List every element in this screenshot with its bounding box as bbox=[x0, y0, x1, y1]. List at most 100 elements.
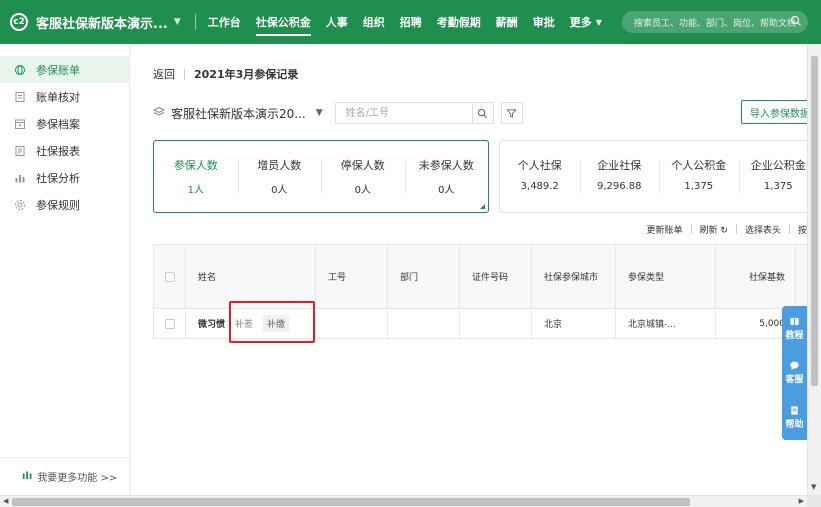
sidebar-item-rules[interactable]: 参保规则 bbox=[0, 191, 129, 218]
horizontal-scrollbar[interactable]: ◀ ▶ bbox=[0, 495, 807, 507]
divider bbox=[788, 224, 790, 234]
column-header[interactable]: 姓名 bbox=[186, 245, 316, 308]
nav-approval[interactable]: 审批 bbox=[533, 0, 555, 44]
refresh-link[interactable]: 刷新 ↻ bbox=[700, 223, 728, 236]
scrollbar-thumb[interactable] bbox=[811, 56, 818, 386]
nav-hr[interactable]: 人事 bbox=[326, 0, 348, 44]
filter-row: 客服社保新版本演示20... ▼ bbox=[152, 102, 523, 124]
sidebar-item-report[interactable]: 社保报表 bbox=[0, 137, 129, 164]
stat-insured[interactable]: 参保人数 1人 bbox=[154, 157, 238, 197]
scrollbar-thumb[interactable] bbox=[12, 498, 690, 506]
nav-payroll[interactable]: 薪酬 bbox=[496, 0, 518, 44]
more-features-label: 我要更多功能 >> bbox=[37, 473, 118, 484]
stat-stopped[interactable]: 停保人数 0人 bbox=[321, 157, 405, 197]
company-switcher[interactable]: 客服社保新版本演示... bbox=[36, 13, 168, 32]
column-header[interactable]: 社保基数 bbox=[716, 245, 796, 308]
sidebar-item-archive[interactable]: 参保档案 bbox=[0, 110, 129, 137]
import-data-button[interactable]: 导入参保数据 bbox=[741, 100, 807, 124]
column-header[interactable]: 社保参保城市 bbox=[532, 245, 616, 308]
bar-chart-icon: ılı bbox=[22, 471, 33, 482]
column-header[interactable]: 部门 bbox=[388, 245, 460, 308]
document-icon bbox=[791, 406, 798, 415]
sidebar-item-label: 账单核对 bbox=[36, 90, 80, 104]
nav-organization[interactable]: 组织 bbox=[363, 0, 385, 44]
nav-recruitment[interactable]: 招聘 bbox=[400, 0, 422, 44]
scroll-left-arrow-icon[interactable]: ◀ bbox=[3, 497, 8, 505]
stat-not-insured[interactable]: 未参保人数 0人 bbox=[404, 157, 489, 197]
customer-service-button[interactable]: 客服 bbox=[785, 360, 804, 386]
company-select[interactable]: 客服社保新版本演示20... ▼ bbox=[152, 105, 323, 122]
service-label: 客服 bbox=[785, 375, 804, 386]
sidebar-item-label: 参保档案 bbox=[36, 117, 80, 131]
nav-attendance[interactable]: 考勤假期 bbox=[437, 0, 481, 44]
update-bill-link[interactable]: 更新账单 bbox=[647, 223, 683, 236]
name-search-input[interactable] bbox=[334, 102, 473, 124]
stat-value: 9,296.88 bbox=[596, 180, 642, 192]
chat-icon bbox=[790, 362, 799, 371]
column-header[interactable]: 工号 bbox=[316, 245, 388, 308]
filter-button[interactable] bbox=[500, 102, 523, 124]
more-actions-link[interactable]: 按 bbox=[798, 223, 807, 236]
main-content: 返回 2021年3月参保记录 客服社保新版本演示20... ▼ 导入参保数据 参… bbox=[131, 44, 807, 495]
table-row[interactable]: 微习惯 补差 补缴 北京 北京城镇-... 5,000 bbox=[154, 309, 807, 339]
city-cell: 北京 bbox=[532, 309, 616, 338]
chevron-down-icon: ▼ bbox=[315, 108, 323, 118]
back-link[interactable]: 返回 bbox=[153, 66, 175, 82]
chevron-down-icon[interactable]: ▼ bbox=[174, 17, 181, 27]
breadcrumb: 返回 2021年3月参保记录 bbox=[153, 66, 298, 82]
row-checkbox[interactable] bbox=[164, 318, 175, 329]
nav-workbench[interactable]: 工作台 bbox=[208, 0, 241, 44]
chevron-down-icon: ▼ bbox=[595, 17, 602, 27]
sidebar-item-analysis[interactable]: 社保分析 bbox=[0, 164, 129, 191]
search-button[interactable] bbox=[471, 102, 494, 124]
selected-corner-mark bbox=[480, 204, 485, 209]
help-label: 帮助 bbox=[785, 420, 804, 431]
table-actions: 更新账单 刷新 ↻ 选择表头 按 bbox=[647, 221, 807, 237]
select-all-checkbox[interactable] bbox=[164, 271, 175, 282]
stat-label: 企业社保 bbox=[597, 158, 642, 172]
stat-value: 1,375 bbox=[763, 180, 793, 192]
divider bbox=[690, 224, 692, 234]
book-icon bbox=[790, 317, 799, 325]
tutorial-button[interactable]: 教程 bbox=[785, 316, 804, 341]
sidebar-item-bill-check[interactable]: 账单核对 bbox=[0, 83, 129, 110]
search-icon[interactable] bbox=[790, 15, 802, 30]
stat-label: 未参保人数 bbox=[418, 158, 474, 172]
sidebar-item-label: 参保规则 bbox=[36, 198, 80, 212]
app-logo: c2 bbox=[10, 13, 28, 31]
stat-label: 增员人数 bbox=[257, 158, 302, 172]
stat-value: 1人 bbox=[187, 184, 204, 196]
vertical-scrollbar[interactable]: ▼ bbox=[807, 44, 821, 495]
layers-icon bbox=[152, 106, 166, 121]
report-icon bbox=[14, 145, 26, 157]
main-nav: 工作台 社保公积金 人事 组织 招聘 考勤假期 薪酬 审批 更多 ▼ bbox=[208, 0, 617, 44]
employee-name[interactable]: 微习惯 bbox=[198, 317, 225, 330]
stat-label: 个人社保 bbox=[517, 158, 562, 172]
top-bar: c2 客服社保新版本演示... ▼ 工作台 社保公积金 人事 组织 招聘 考勤假… bbox=[0, 0, 821, 44]
choose-columns-link[interactable]: 选择表头 bbox=[745, 223, 781, 236]
scrollbar-corner bbox=[807, 495, 821, 507]
scroll-right-arrow-icon[interactable]: ▶ bbox=[799, 497, 804, 505]
supplement-diff-tag: 补差 bbox=[235, 320, 254, 330]
stat-added[interactable]: 增员人数 0人 bbox=[237, 157, 322, 197]
column-header[interactable]: 参保类型 bbox=[616, 245, 716, 308]
company-select-value: 客服社保新版本演示20... bbox=[171, 106, 306, 121]
page-title: 2021年3月参保记录 bbox=[194, 68, 299, 81]
scroll-down-arrow-icon[interactable]: ▼ bbox=[811, 483, 816, 491]
nav-more-label: 更多 bbox=[569, 16, 592, 29]
more-features-link[interactable]: ılı 我要更多功能 >> bbox=[0, 457, 129, 495]
stat-value: 0人 bbox=[271, 184, 288, 196]
stat-label: 个人公积金 bbox=[671, 158, 727, 172]
sidebar: 参保账单 账单核对 参保档案 社保报表 社保分析 参保规则 ılı 我要更多功能… bbox=[0, 44, 130, 495]
column-header[interactable]: 证件号码 bbox=[460, 245, 532, 308]
nav-social-insurance[interactable]: 社保公积金 bbox=[255, 0, 311, 44]
tutorial-label: 教程 bbox=[785, 330, 804, 341]
stat-personal-fund: 个人公积金 1,375 bbox=[659, 157, 739, 197]
sidebar-item-billing[interactable]: 参保账单 bbox=[0, 56, 129, 83]
global-search-input[interactable]: 搜索员工、功能、部门、岗位、帮助文档 bbox=[622, 11, 808, 33]
help-button[interactable]: 帮助 bbox=[785, 405, 804, 431]
emp-no-cell bbox=[316, 309, 388, 338]
nav-more[interactable]: 更多 ▼ bbox=[570, 0, 602, 44]
divider bbox=[735, 224, 737, 234]
bar-chart-icon bbox=[14, 172, 26, 184]
